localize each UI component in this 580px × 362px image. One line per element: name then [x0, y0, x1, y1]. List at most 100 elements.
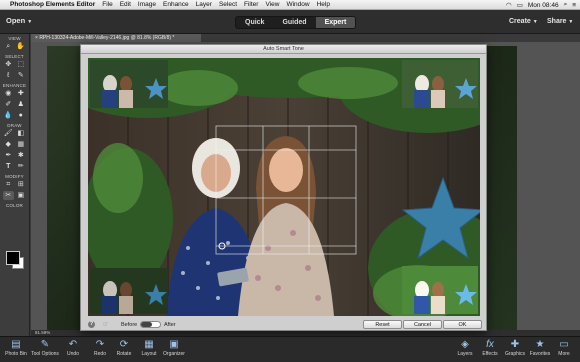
star-icon: ★: [535, 339, 545, 350]
thumbnail-top-left[interactable]: [90, 60, 168, 108]
bottom-panel-bar: ▤ Photo Bin ✎ Tool Options ↶ Undo ↷ Redo…: [0, 336, 580, 362]
more-icon: ▭: [559, 339, 569, 350]
tool-options-icon: ✎: [40, 339, 50, 350]
organizer-button[interactable]: ▣ Organizer: [159, 339, 189, 357]
help-icon[interactable]: ?: [88, 321, 95, 328]
pencil-tool-icon[interactable]: ✏: [15, 162, 26, 171]
undo-icon: ↶: [68, 339, 78, 350]
create-label: Create: [509, 18, 531, 25]
quick-selection-icon[interactable]: ✎: [15, 71, 26, 80]
chevron-down-icon: ▼: [532, 19, 538, 25]
recompose-tool-icon[interactable]: ⊞: [15, 180, 26, 189]
photo-illustration: [88, 58, 480, 316]
share-button[interactable]: Share ▼: [547, 18, 573, 25]
tab-guided[interactable]: Guided: [273, 17, 315, 28]
system-menubar: Photoshop Elements Editor File Edit Imag…: [0, 0, 580, 10]
graphics-icon: ✚: [510, 339, 520, 350]
chevron-down-icon: ▼: [568, 19, 574, 25]
layers-icon: ◈: [461, 339, 469, 350]
menu-enhance[interactable]: Enhance: [163, 1, 189, 8]
tool-options-button[interactable]: ✎ Tool Options: [30, 339, 60, 357]
close-icon[interactable]: ×: [35, 35, 38, 41]
lasso-tool-icon[interactable]: ℓ: [3, 71, 14, 80]
search-icon[interactable]: ⌕: [564, 1, 568, 9]
spot-healing-icon[interactable]: ✚: [15, 89, 26, 98]
paint-bucket-icon[interactable]: ◆: [3, 140, 14, 149]
status-menus: ◠ ▭ Mon 08:46 ⌕ ≡: [506, 0, 576, 10]
straighten-tool-icon[interactable]: ▣: [15, 191, 26, 200]
redo-icon: ↷: [95, 339, 105, 350]
gradient-tool-icon[interactable]: ▦: [15, 140, 26, 149]
app-name-menu[interactable]: Photoshop Elements Editor: [10, 1, 95, 8]
toolbox-section-color: COLOR: [5, 203, 23, 208]
foreground-color-swatch[interactable]: [6, 251, 20, 265]
tab-expert[interactable]: Expert: [315, 17, 356, 28]
blur-tool-icon[interactable]: 💧: [3, 111, 14, 120]
app-header: Open ▼ Quick Guided Expert Create ▼ Shar…: [0, 10, 580, 34]
clone-stamp-icon[interactable]: ♟: [15, 100, 26, 109]
menu-image[interactable]: Image: [138, 1, 156, 8]
undo-label: Undo: [67, 351, 79, 357]
move-tool-icon[interactable]: ✥: [3, 60, 14, 69]
eraser-tool-icon[interactable]: ◧: [15, 129, 26, 138]
toggle-knob[interactable]: [141, 322, 152, 327]
menu-select[interactable]: Select: [219, 1, 237, 8]
more-label: More: [558, 351, 570, 357]
document-title: RPH-130324-Adobe-Mill-Valley-2146.jpg @ …: [39, 35, 175, 41]
menu-edit[interactable]: Edit: [120, 1, 131, 8]
menu-file[interactable]: File: [102, 1, 112, 8]
menu-layer[interactable]: Layer: [196, 1, 212, 8]
photo-bin-button[interactable]: ▤ Photo Bin: [1, 339, 31, 357]
marquee-tool-icon[interactable]: ⬚: [15, 60, 26, 69]
before-label: Before: [121, 322, 138, 328]
toolbox: VIEW ⌕ ✋ SELECT ✥ ⬚ ℓ ✎ ENHANCE ◉ ✚ ✐ ♟ …: [0, 34, 30, 336]
hand-tool-icon[interactable]: ✋: [15, 42, 26, 51]
auto-smart-tone-dialog: Auto Smart Tone ? ☞ Before After Reset C…: [80, 44, 487, 331]
open-button[interactable]: Open ▼: [6, 16, 32, 25]
tip-icon[interactable]: ☞: [103, 321, 108, 328]
crop-tool-icon[interactable]: ⌗: [3, 180, 14, 189]
zoom-tool-icon[interactable]: ⌕: [3, 42, 14, 51]
dialog-footer: ? ☞ Before After Reset Cancel OK: [81, 318, 486, 331]
custom-shape-icon[interactable]: ✱: [15, 151, 26, 160]
tab-quick[interactable]: Quick: [236, 17, 273, 28]
open-label: Open: [6, 16, 26, 25]
type-tool-icon[interactable]: T: [3, 162, 14, 171]
menu-window[interactable]: Window: [286, 1, 309, 8]
reset-button[interactable]: Reset: [363, 320, 402, 329]
more-button[interactable]: ▭ More: [549, 339, 579, 357]
preview-photo[interactable]: [88, 58, 480, 316]
thumbnail-top-right[interactable]: [402, 60, 478, 108]
rotate-icon: ⟳: [119, 339, 129, 350]
battery-icon[interactable]: ▭: [517, 1, 523, 9]
brush-tool-icon[interactable]: 🖌: [3, 129, 14, 138]
create-button[interactable]: Create ▼: [509, 18, 538, 25]
ok-button[interactable]: OK: [443, 320, 482, 329]
content-move-icon[interactable]: ✂: [2, 191, 14, 200]
smart-brush-icon[interactable]: ✐: [3, 100, 14, 109]
menu-view[interactable]: View: [265, 1, 279, 8]
menu-filter[interactable]: Filter: [244, 1, 258, 8]
layout-icon: ▦: [144, 339, 154, 350]
document-tab[interactable]: × RPH-130324-Adobe-Mill-Valley-2146.jpg …: [31, 34, 201, 42]
menu-help[interactable]: Help: [317, 1, 330, 8]
clock[interactable]: Mon 08:46: [528, 2, 559, 9]
tool-options-label: Tool Options: [31, 351, 59, 357]
eyedropper-icon[interactable]: ✒: [3, 151, 14, 160]
list-icon[interactable]: ≡: [572, 2, 576, 9]
zoom-readout[interactable]: 81.59%: [35, 330, 50, 335]
undo-button[interactable]: ↶ Undo: [58, 339, 88, 357]
organizer-label: Organizer: [163, 351, 185, 357]
cancel-button[interactable]: Cancel: [403, 320, 442, 329]
thumbnail-bottom-left[interactable]: [90, 268, 168, 314]
chevron-down-icon: ▼: [27, 19, 33, 25]
before-after-toggle[interactable]: [140, 321, 161, 328]
thumbnail-bottom-right[interactable]: [402, 266, 478, 314]
eye-tool-icon[interactable]: ◉: [3, 89, 14, 98]
effects-icon: fx: [486, 339, 494, 350]
sponge-tool-icon[interactable]: ●: [15, 111, 26, 120]
wifi-icon[interactable]: ◠: [506, 1, 512, 9]
photo-bin-icon: ▤: [11, 339, 21, 350]
photo-bin-label: Photo Bin: [5, 351, 27, 357]
dialog-title: Auto Smart Tone: [81, 45, 486, 54]
